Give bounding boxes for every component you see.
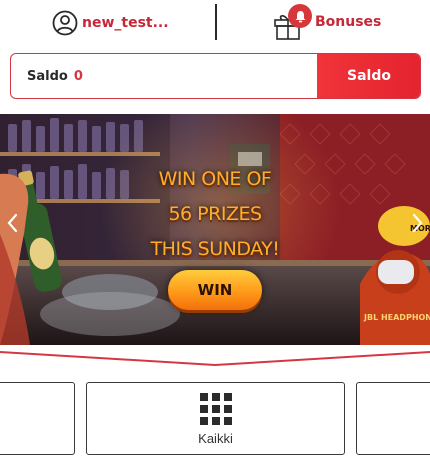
balance-bar: Saldo 0 Saldo bbox=[10, 53, 421, 99]
win-button[interactable]: WIN bbox=[168, 270, 262, 310]
promo-line-2: 56 PRIZES bbox=[168, 203, 262, 225]
bonuses-link[interactable]: Bonuses bbox=[273, 2, 381, 42]
promo-line-3: THIS SUNDAY! bbox=[150, 238, 280, 260]
category-tile-previous[interactable] bbox=[0, 382, 75, 455]
promo-line-1: WIN ONE OF bbox=[158, 168, 272, 190]
balance-display: Saldo 0 bbox=[27, 54, 83, 98]
category-tile-all[interactable]: Kaikki bbox=[86, 382, 345, 455]
balance-value: 0 bbox=[73, 68, 83, 84]
user-circle-icon bbox=[52, 10, 78, 36]
gift-icon-group bbox=[273, 4, 313, 40]
chevron-left-icon[interactable] bbox=[6, 212, 20, 234]
promo-headline: WIN ONE OF 56 PRIZES THIS SUNDAY! bbox=[140, 162, 290, 267]
promo-banner[interactable]: JBL HEADPHON MOR WIN ONE OF 56 PRIZES TH… bbox=[0, 114, 430, 345]
bonuses-label: Bonuses bbox=[315, 14, 382, 30]
category-tile-next[interactable] bbox=[356, 382, 430, 455]
username-label: new_test... bbox=[82, 15, 169, 31]
section-divider bbox=[0, 351, 430, 367]
top-bar: new_test... Bonuses bbox=[0, 0, 430, 46]
notification-badge bbox=[288, 4, 312, 28]
bell-icon bbox=[295, 10, 305, 22]
user-account-link[interactable]: new_test... bbox=[52, 10, 169, 36]
balance-label: Saldo bbox=[27, 68, 68, 84]
grid-icon bbox=[200, 393, 232, 425]
chevron-right-icon[interactable] bbox=[410, 212, 424, 234]
prize-tag-text: JBL HEADPHON bbox=[363, 313, 430, 322]
category-label: Kaikki bbox=[198, 431, 233, 446]
header-divider bbox=[215, 4, 217, 40]
saldo-button[interactable]: Saldo bbox=[317, 54, 420, 98]
